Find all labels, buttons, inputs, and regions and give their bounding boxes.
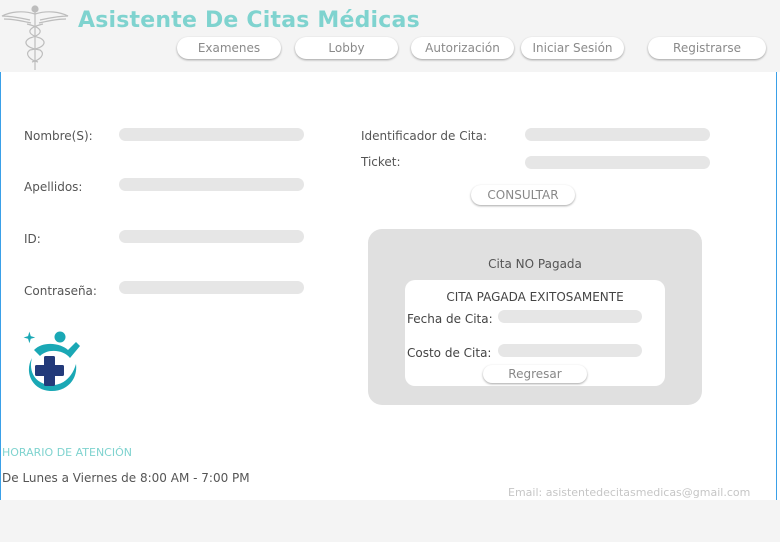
contrasena-input[interactable]	[119, 281, 304, 294]
payment-card: CITA PAGADA EXITOSAMENTE Fecha de Cita: …	[405, 280, 665, 386]
hours-title: HORARIO DE ATENCIÓN	[2, 446, 132, 459]
fecha-label: Fecha de Cita:	[407, 312, 493, 326]
contrasena-label: Contraseña:	[24, 284, 97, 298]
nav-button-registrarse[interactable]: Registrarse	[648, 37, 766, 59]
ticket-label: Ticket:	[361, 155, 401, 169]
costo-field	[498, 344, 642, 357]
caduceus-logo	[1, 5, 69, 70]
identificador-input[interactable]	[525, 128, 710, 141]
apellidos-label: Apellidos:	[24, 180, 83, 194]
consultar-button[interactable]: CONSULTAR	[471, 185, 575, 205]
app-title: Asistente De Citas Médicas	[78, 8, 420, 33]
fecha-field	[498, 310, 642, 323]
footer-bar	[0, 500, 780, 542]
nav-button-iniciar-sesion[interactable]: Iniciar Sesión	[521, 37, 624, 59]
id-input[interactable]	[119, 230, 304, 243]
apellidos-input[interactable]	[119, 178, 304, 191]
medical-plus-logo	[23, 331, 80, 392]
nav-button-lobby[interactable]: Lobby	[295, 37, 398, 59]
regresar-button[interactable]: Regresar	[483, 365, 587, 383]
nombre-input[interactable]	[119, 128, 304, 141]
costo-label: Costo de Cita:	[407, 346, 492, 360]
id-label: ID:	[24, 232, 41, 246]
contact-email: Email: asistentedecitasmedicas@gmail.com	[508, 486, 751, 499]
payment-success-title: CITA PAGADA EXITOSAMENTE	[446, 290, 624, 304]
nav-button-autorizacion[interactable]: Autorización	[411, 37, 514, 59]
hours-text: De Lunes a Viernes de 8:00 AM - 7:00 PM	[2, 471, 250, 485]
nav-button-examenes[interactable]: Examenes	[177, 37, 281, 59]
identificador-label: Identificador de Cita:	[361, 129, 488, 143]
nombre-label: Nombre(S):	[24, 129, 93, 143]
ticket-input[interactable]	[525, 156, 710, 169]
status-panel: Cita NO Pagada CITA PAGADA EXITOSAMENTE …	[368, 229, 702, 405]
status-title: Cita NO Pagada	[488, 257, 582, 271]
header-bar: Asistente De Citas Médicas Examenes Lobb…	[0, 0, 780, 72]
